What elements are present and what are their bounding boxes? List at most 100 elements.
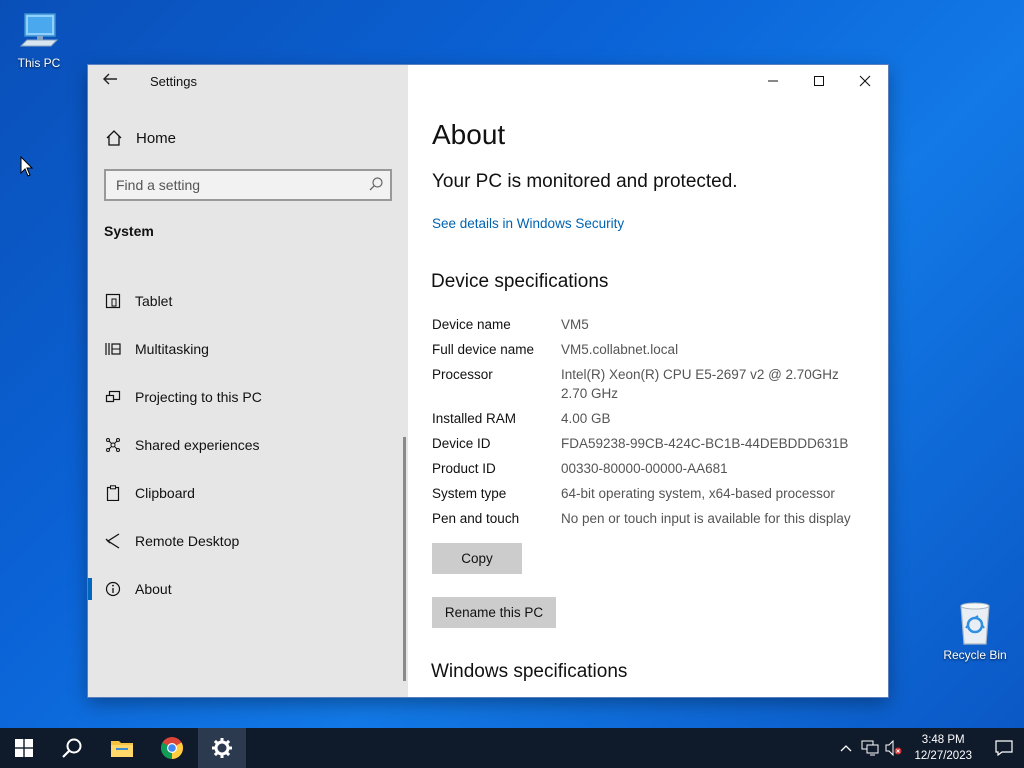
spec-row: Device name VM5: [432, 315, 882, 334]
spec-value: Intel(R) Xeon(R) CPU E5-2697 v2 @ 2.70GH…: [561, 365, 839, 403]
spec-row: Device ID FDA59238-99CB-424C-BC1B-44DEBD…: [432, 434, 882, 453]
clock[interactable]: 3:48 PM 12/27/2023: [914, 732, 972, 764]
chrome-taskbar-button[interactable]: [148, 728, 196, 768]
sidebar-item-label: About: [135, 581, 172, 597]
maximize-button[interactable]: [796, 65, 842, 97]
settings-taskbar-button[interactable]: [198, 728, 246, 768]
folder-icon: [111, 741, 133, 757]
home-nav-item[interactable]: Home: [104, 129, 176, 147]
volume-button[interactable]: [883, 740, 905, 756]
clipboard-icon: [104, 484, 122, 502]
back-button[interactable]: [102, 71, 122, 91]
spec-value: FDA59238-99CB-424C-BC1B-44DEBDDD631B: [561, 436, 849, 451]
system-tray: 3:48 PM 12/27/2023: [834, 728, 1024, 768]
recycle-bin-desktop-icon[interactable]: Recycle Bin: [940, 600, 1010, 662]
this-pc-desktop-icon[interactable]: This PC: [4, 10, 74, 70]
clock-date: 12/27/2023: [914, 750, 972, 762]
search-placeholder: Find a setting: [116, 177, 201, 193]
home-label: Home: [136, 129, 177, 147]
window-controls: [750, 65, 888, 97]
this-pc-label: This PC: [17, 56, 61, 70]
sidebar-item-projecting[interactable]: Projecting to this PC: [88, 373, 404, 421]
recycle-bin-icon: [960, 602, 990, 645]
spec-key: Full device name: [432, 342, 535, 357]
maximize-icon: [814, 76, 824, 86]
sidebar-item-tablet[interactable]: Tablet: [88, 277, 404, 325]
search-icon: [369, 177, 383, 191]
spec-key: System type: [432, 486, 507, 501]
spec-row: Full device name VM5.collabnet.local: [432, 340, 882, 359]
mouse-cursor-icon: [20, 156, 34, 177]
sidebar-item-shared-experiences[interactable]: Shared experiences: [88, 421, 404, 469]
network-button[interactable]: [859, 740, 881, 756]
find-setting-search-input[interactable]: Find a setting: [104, 169, 392, 201]
device-specifications-heading: Device specifications: [431, 271, 609, 292]
start-button[interactable]: [0, 728, 48, 768]
windows-security-link[interactable]: See details in Windows Security: [432, 216, 624, 231]
spec-row: Pen and touch No pen or touch input is a…: [432, 509, 882, 528]
sidebar-item-remote-desktop[interactable]: Remote Desktop: [88, 517, 404, 565]
page-title: About: [432, 119, 506, 150]
sidebar-item-label: Tablet: [135, 293, 173, 309]
action-center-button[interactable]: [984, 740, 1024, 756]
chrome-icon: [161, 737, 183, 759]
system-nav-list: Tablet Multitasking Projecting to this P…: [88, 277, 404, 613]
about-content-pane: About Your PC is monitored and protected…: [408, 65, 888, 697]
minimize-button[interactable]: [750, 65, 796, 97]
computer-icon: [19, 13, 59, 47]
spec-value: No pen or touch input is available for t…: [561, 511, 851, 526]
rename-pc-button[interactable]: Rename this PC: [432, 597, 556, 628]
spec-key: Device name: [432, 317, 511, 332]
file-explorer-taskbar-button[interactable]: [98, 728, 146, 768]
projecting-icon: [104, 388, 122, 406]
home-icon: [106, 130, 122, 146]
sidebar-item-multitasking[interactable]: Multitasking: [88, 325, 404, 373]
remote-desktop-icon: [104, 532, 122, 550]
tablet-icon: [104, 292, 122, 310]
sidebar-item-label: Shared experiences: [135, 437, 260, 453]
copy-button[interactable]: Copy: [432, 543, 522, 574]
spec-row: Installed RAM 4.00 GB: [432, 409, 882, 428]
spec-key: Installed RAM: [432, 411, 517, 426]
network-icon: [861, 740, 879, 756]
spec-value: 00330-80000-00000-AA681: [561, 461, 728, 476]
taskbar: 3:48 PM 12/27/2023: [0, 728, 1024, 768]
search-taskbar-button[interactable]: [48, 728, 96, 768]
sidebar-item-clipboard[interactable]: Clipboard: [88, 469, 404, 517]
close-button[interactable]: [842, 65, 888, 97]
spec-value: 64-bit operating system, x64-based proce…: [561, 486, 835, 501]
multitasking-icon: [104, 340, 122, 358]
device-specs-table: Device name VM5 Full device name VM5.col…: [432, 315, 882, 534]
recycle-bin-label: Recycle Bin: [943, 648, 1007, 662]
spec-value: VM5: [561, 317, 589, 332]
spec-value: 4.00 GB: [561, 411, 611, 426]
spec-value: VM5.collabnet.local: [561, 342, 679, 357]
protection-status-text: Your PC is monitored and protected.: [432, 171, 738, 192]
settings-window: Settings Home Find a setting System Tabl…: [88, 65, 888, 697]
sidebar-item-label: Multitasking: [135, 341, 209, 357]
spec-key: Product ID: [432, 461, 496, 476]
processor-speed: 2.70 GHz: [561, 386, 619, 401]
show-hidden-icons-button[interactable]: [835, 744, 857, 752]
info-icon: [104, 580, 122, 598]
gear-icon: [212, 738, 232, 758]
back-arrow-icon: [103, 73, 117, 85]
spec-key: Device ID: [432, 436, 491, 451]
window-title: Settings: [150, 74, 197, 89]
spec-key: Pen and touch: [432, 511, 520, 526]
speaker-muted-icon: [885, 740, 902, 756]
sidebar-item-label: Projecting to this PC: [135, 389, 262, 405]
windows-logo-icon: [15, 739, 33, 757]
search-icon: [62, 738, 82, 758]
sidebar-scrollbar[interactable]: [403, 437, 406, 681]
chevron-up-icon: [840, 745, 852, 752]
spec-row: Processor Intel(R) Xeon(R) CPU E5-2697 v…: [432, 365, 882, 403]
sidebar-item-about[interactable]: About: [88, 565, 404, 613]
sidebar-item-label: Remote Desktop: [135, 533, 240, 549]
sidebar-item-label: Clipboard: [135, 485, 195, 501]
close-icon: [859, 75, 871, 87]
notification-icon: [995, 740, 1013, 756]
settings-sidebar: Settings Home Find a setting System Tabl…: [88, 65, 408, 697]
spec-row: Product ID 00330-80000-00000-AA681: [432, 459, 882, 478]
system-section-heading: System: [104, 223, 154, 239]
